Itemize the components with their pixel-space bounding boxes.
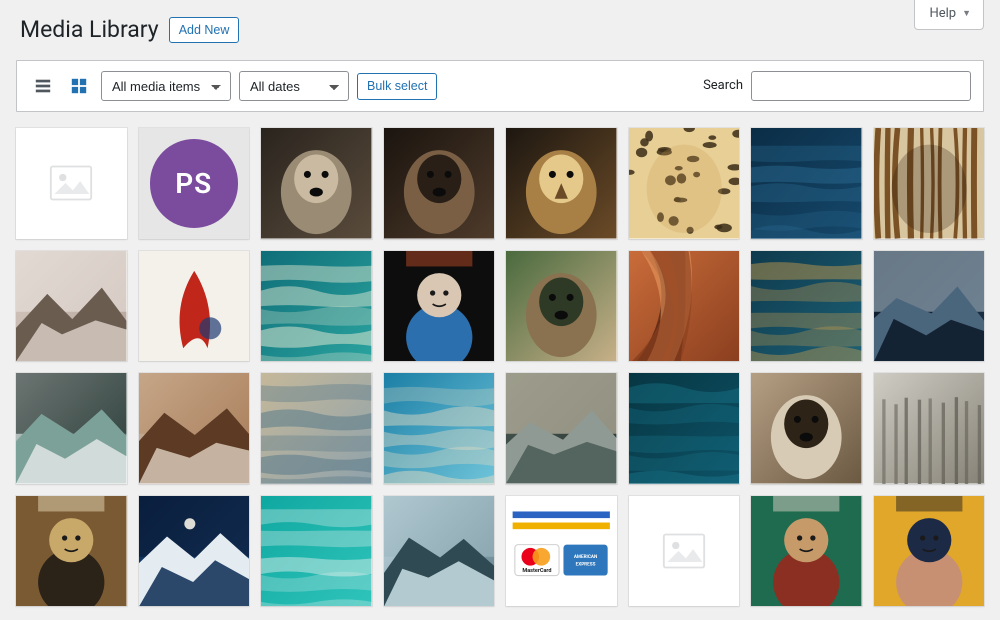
- search-group: Search: [703, 71, 971, 101]
- media-item-bear-portrait[interactable]: [384, 128, 495, 239]
- list-icon: [34, 77, 52, 95]
- media-item-woman-green-coat[interactable]: [751, 496, 862, 607]
- media-item-placeholder[interactable]: [629, 496, 740, 607]
- media-item-monkey[interactable]: [751, 373, 862, 484]
- media-item-desert-buttes[interactable]: [139, 373, 250, 484]
- filter-date[interactable]: All dates: [239, 71, 349, 101]
- media-item-man-cap[interactable]: [874, 496, 985, 607]
- page-heading: Media Library Add New: [0, 0, 1000, 54]
- help-label: Help: [929, 5, 956, 23]
- chevron-down-icon: ▼: [962, 8, 971, 21]
- media-item-butterfly-eye[interactable]: [16, 496, 127, 607]
- view-list-button[interactable]: [29, 72, 57, 100]
- media-item-mountain-cabin[interactable]: [506, 373, 617, 484]
- media-item-braided-river[interactable]: [261, 373, 372, 484]
- media-item-deer[interactable]: [506, 251, 617, 362]
- filter-media-type[interactable]: All media items: [101, 71, 231, 101]
- media-item-valley-vista[interactable]: [384, 496, 495, 607]
- svg-text:MasterCard: MasterCard: [522, 568, 551, 574]
- svg-text:AMERICAN: AMERICAN: [574, 554, 597, 560]
- search-label: Search: [703, 77, 743, 95]
- media-item-payment-cards[interactable]: MasterCard AMERICAN EXPRESS: [506, 496, 617, 607]
- media-item-ocean-swimmer-2[interactable]: [629, 373, 740, 484]
- page-title: Media Library: [20, 14, 159, 46]
- media-item-sea-snake[interactable]: [751, 251, 862, 362]
- search-input[interactable]: [751, 71, 971, 101]
- media-item-eagle[interactable]: [506, 128, 617, 239]
- media-item-beach-aerial[interactable]: [384, 373, 495, 484]
- media-item-foggy-forest[interactable]: [874, 373, 985, 484]
- svg-text:EXPRESS: EXPRESS: [576, 561, 596, 567]
- media-item-turquoise-pier[interactable]: [261, 496, 372, 607]
- bulk-select-button[interactable]: Bulk select: [357, 73, 437, 100]
- ps-badge: PS: [150, 139, 238, 227]
- view-grid-button[interactable]: [65, 72, 93, 100]
- media-item-red-splash-art[interactable]: [139, 251, 250, 362]
- media-item-ps-badge[interactable]: PS: [139, 128, 250, 239]
- media-item-lighthouse-night[interactable]: [139, 496, 250, 607]
- help-tab[interactable]: Help ▼: [914, 0, 984, 30]
- media-item-leopard[interactable]: [629, 128, 740, 239]
- media-item-antelope-canyon[interactable]: [629, 251, 740, 362]
- add-new-button[interactable]: Add New: [169, 17, 240, 44]
- media-toolbar: All media items All dates Bulk select Se…: [16, 60, 984, 112]
- media-item-misty-elk[interactable]: [16, 251, 127, 362]
- media-item-placeholder[interactable]: [16, 128, 127, 239]
- media-item-aerial-coast[interactable]: [261, 251, 372, 362]
- media-item-zebra[interactable]: [874, 128, 985, 239]
- media-item-moonscape[interactable]: [874, 251, 985, 362]
- media-grid: PS: [0, 112, 1000, 606]
- media-item-wolf-snarl[interactable]: [261, 128, 372, 239]
- grid-icon: [70, 77, 88, 95]
- media-item-alpine-lake[interactable]: [16, 373, 127, 484]
- media-item-face-paint[interactable]: [384, 251, 495, 362]
- media-item-ocean-swimmer-1[interactable]: [751, 128, 862, 239]
